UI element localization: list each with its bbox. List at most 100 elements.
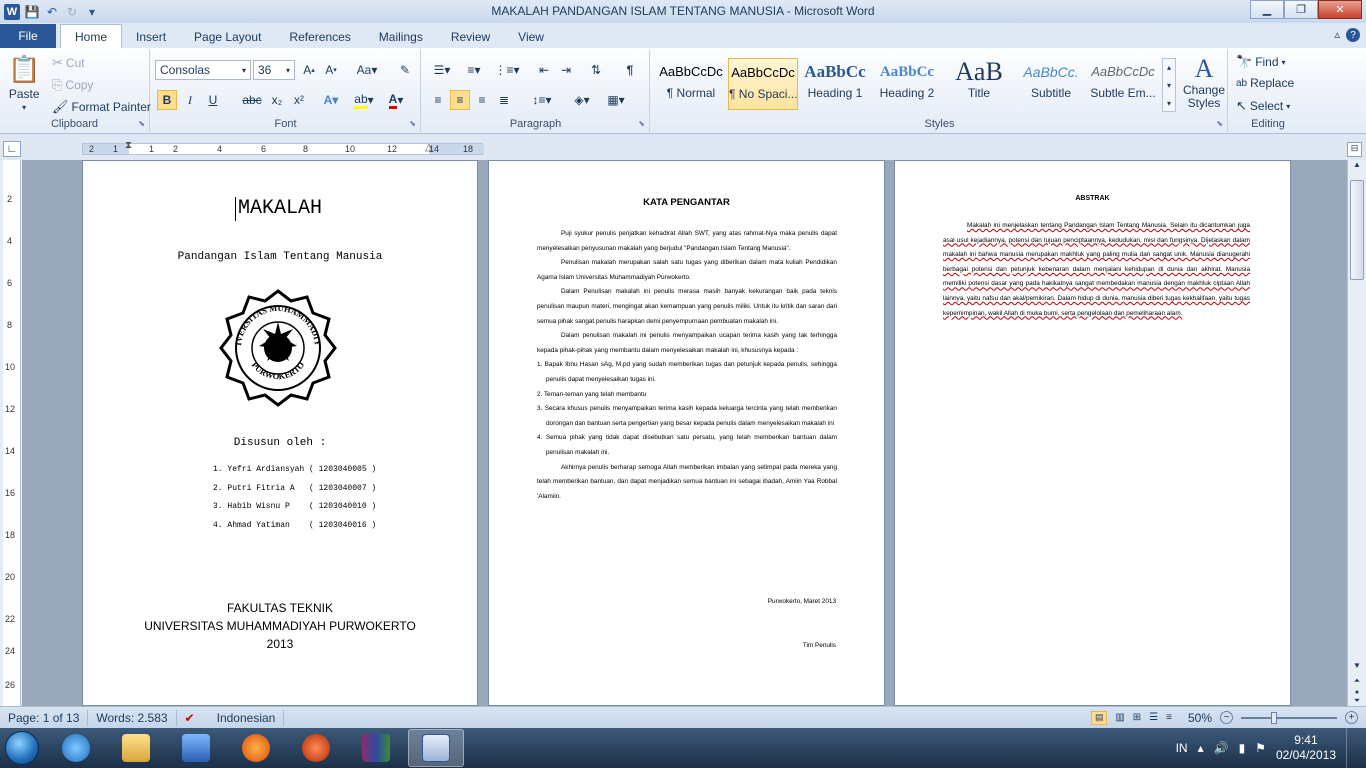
taskbar-media-player[interactable]: [168, 729, 224, 767]
justify-icon[interactable]: ≣: [494, 90, 514, 110]
restore-button[interactable]: ❐: [1284, 0, 1318, 19]
copy-button[interactable]: ⎘ Copy: [52, 77, 93, 93]
input-language[interactable]: IN: [1176, 741, 1188, 755]
zoom-in-icon[interactable]: +: [1345, 711, 1358, 724]
font-launcher-icon[interactable]: ⬊: [409, 119, 416, 128]
save-icon[interactable]: 💾: [24, 4, 40, 20]
show-hidden-icons-icon[interactable]: ▴: [1198, 741, 1204, 755]
style-heading-1[interactable]: AaBbCc Heading 1: [800, 58, 870, 110]
outline-view-icon[interactable]: ☰: [1149, 712, 1158, 723]
style-normal[interactable]: AaBbCcDc ¶ Normal: [656, 58, 726, 110]
replace-button[interactable]: ab Replace: [1236, 76, 1294, 90]
zoom-out-icon[interactable]: −: [1220, 711, 1233, 724]
view-ruler-icon[interactable]: ⊟: [1347, 142, 1362, 157]
find-button[interactable]: 🔭 Find ▾: [1236, 54, 1286, 70]
volume-icon[interactable]: 🔊: [1214, 741, 1229, 755]
taskbar-firefox[interactable]: [228, 729, 284, 767]
tab-insert[interactable]: Insert: [122, 26, 180, 48]
tab-selector-icon[interactable]: ∟: [3, 141, 21, 157]
tab-file[interactable]: File: [0, 24, 56, 48]
redo-icon[interactable]: ↻: [64, 4, 80, 20]
style-no-spacing[interactable]: AaBbCcDc ¶ No Spaci...: [728, 58, 798, 110]
paste-button[interactable]: 📋 Paste ▾: [8, 54, 40, 112]
taskbar-word[interactable]: [408, 729, 464, 767]
word-logo-icon[interactable]: W: [4, 3, 20, 20]
start-button[interactable]: [0, 728, 44, 768]
vertical-ruler[interactable]: 2 4 6 8 10 12 14 16 18 20 22 24 26: [3, 160, 21, 706]
decrease-indent-icon[interactable]: ⇤: [534, 60, 554, 80]
scrollbar-thumb[interactable]: [1350, 180, 1364, 280]
text-effects-icon[interactable]: A▾: [321, 90, 341, 110]
taskbar-internet-explorer[interactable]: [48, 729, 104, 767]
styles-gallery-scroll[interactable]: ▴ ▾ ▾: [1162, 58, 1176, 112]
shrink-font-icon[interactable]: A ▾: [321, 60, 341, 80]
page-cover[interactable]: MAKALAH Pandangan Islam Tentang Manusia …: [82, 160, 478, 706]
scroll-up-icon[interactable]: ▲: [1348, 160, 1366, 176]
clipboard-launcher-icon[interactable]: ⬊: [138, 119, 145, 128]
italic-button[interactable]: I: [180, 90, 200, 110]
line-spacing-icon[interactable]: ↕≡▾: [528, 90, 556, 110]
network-icon[interactable]: ▮: [1239, 741, 1246, 755]
multilevel-list-icon[interactable]: ⋮≡▾: [492, 60, 522, 80]
font-size-combo[interactable]: 36 ▾: [253, 60, 295, 80]
clock[interactable]: 9:41 02/04/2013: [1276, 733, 1336, 763]
tab-page-layout[interactable]: Page Layout: [180, 26, 275, 48]
styles-launcher-icon[interactable]: ⬊: [1216, 119, 1223, 128]
tab-references[interactable]: References: [275, 26, 364, 48]
cut-button[interactable]: ✂ Cut: [52, 55, 85, 71]
align-right-icon[interactable]: ≡: [472, 90, 492, 110]
borders-icon[interactable]: ▦▾: [602, 90, 630, 110]
align-center-icon[interactable]: ≡: [450, 90, 470, 110]
next-page-icon[interactable]: ⏷: [1348, 696, 1366, 706]
vertical-scrollbar[interactable]: ▲ ▼ ⏶ ● ⏷: [1347, 160, 1366, 706]
tab-home[interactable]: Home: [60, 24, 123, 48]
subscript-button[interactable]: x₂: [267, 90, 287, 110]
minimize-button[interactable]: ▁: [1250, 0, 1284, 19]
page-abstract[interactable]: ABSTRAK Makalah ini menjelaskan tentang …: [894, 160, 1291, 706]
clear-formatting-icon[interactable]: ✎: [395, 60, 415, 80]
change-case-icon[interactable]: Aa▾: [355, 60, 379, 80]
taskbar-app[interactable]: [288, 729, 344, 767]
web-layout-view-icon[interactable]: ⊞: [1133, 712, 1141, 723]
scroll-down-icon[interactable]: ▼: [1348, 661, 1366, 670]
action-center-icon[interactable]: ⚑: [1255, 741, 1266, 755]
bullets-icon[interactable]: ☰▾: [428, 60, 456, 80]
highlight-icon[interactable]: ab ▾: [351, 90, 377, 110]
underline-button[interactable]: U: [203, 90, 223, 110]
taskbar-winrar[interactable]: [348, 729, 404, 767]
page-preface[interactable]: KATA PENGANTAR Puji syukur penulis penja…: [488, 160, 885, 706]
sort-icon[interactable]: ⇅: [586, 60, 606, 80]
show-desktop-button[interactable]: [1346, 728, 1356, 768]
word-count[interactable]: Words: 2.583: [88, 709, 177, 726]
undo-icon[interactable]: ↶: [44, 4, 60, 20]
horizontal-ruler[interactable]: 2 1 1 2 4 6 8 10 12 14 18 ⧗ △: [82, 140, 484, 155]
browse-object-icon[interactable]: ●: [1348, 689, 1366, 696]
language-indicator[interactable]: ✔ Indonesian: [177, 709, 285, 726]
style-title[interactable]: AaB Title: [944, 58, 1014, 110]
zoom-slider-thumb[interactable]: [1271, 711, 1277, 724]
tab-review[interactable]: Review: [437, 26, 504, 48]
draft-view-icon[interactable]: ≡: [1166, 712, 1172, 723]
right-indent-marker-icon[interactable]: △: [425, 142, 433, 153]
format-painter-button[interactable]: 🖌 Format Painter: [52, 99, 151, 115]
document-area[interactable]: MAKALAH Pandangan Islam Tentang Manusia …: [22, 160, 1347, 706]
full-screen-view-icon[interactable]: ▥: [1115, 712, 1124, 723]
style-subtitle[interactable]: AaBbCc. Subtitle: [1016, 58, 1086, 110]
previous-page-icon[interactable]: ⏶: [1348, 676, 1366, 686]
minimize-ribbon-icon[interactable]: ▵: [1334, 28, 1340, 42]
superscript-button[interactable]: x²: [289, 90, 309, 110]
paragraph-launcher-icon[interactable]: ⬊: [638, 119, 645, 128]
taskbar-explorer[interactable]: [108, 729, 164, 767]
shading-icon[interactable]: ◈▾: [568, 90, 596, 110]
tab-view[interactable]: View: [504, 26, 558, 48]
customize-qat-icon[interactable]: ▾: [84, 4, 100, 20]
strikethrough-button[interactable]: abc: [239, 90, 265, 110]
style-subtle-emphasis[interactable]: AaBbCcDc Subtle Em...: [1088, 58, 1158, 110]
select-button[interactable]: ↖ Select ▾: [1236, 98, 1290, 114]
help-icon[interactable]: ?: [1346, 28, 1360, 42]
style-heading-2[interactable]: AaBbCc Heading 2: [872, 58, 942, 110]
bold-button[interactable]: B: [157, 90, 177, 110]
numbering-icon[interactable]: ≡▾: [460, 60, 488, 80]
increase-indent-icon[interactable]: ⇥: [556, 60, 576, 80]
tab-mailings[interactable]: Mailings: [365, 26, 437, 48]
